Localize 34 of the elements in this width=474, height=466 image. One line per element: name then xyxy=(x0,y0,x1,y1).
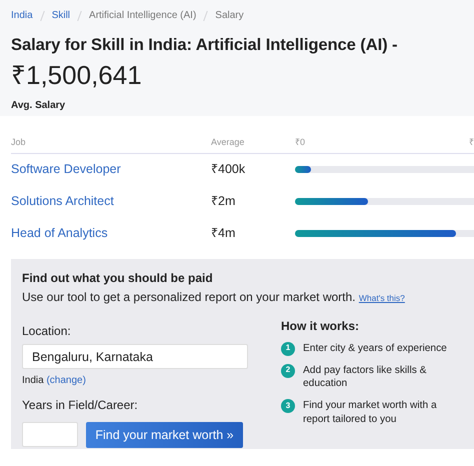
step-number: 3 xyxy=(281,399,295,414)
whats-this-link[interactable]: What's this? xyxy=(358,292,405,303)
tool-description: Use our tool to get a personalized report on your market worth. xyxy=(22,290,356,304)
step-number: 1 xyxy=(281,342,295,356)
column-header: ₹ xyxy=(469,136,474,149)
average-salary-cell-text: ₹400k xyxy=(211,161,246,178)
years-field[interactable] xyxy=(22,422,78,447)
column-header: ₹0 xyxy=(295,136,306,149)
country-text: India xyxy=(22,374,44,386)
average-salary-cell-text: ₹2m xyxy=(211,193,236,210)
years-label: Years in Field/Career: xyxy=(22,396,139,414)
change-link[interactable]: (change) xyxy=(46,374,86,386)
breadcrumb-link[interactable]: Skill xyxy=(52,8,70,23)
how-it-works-heading: How it works: xyxy=(281,318,360,334)
step-text: Enter city & years of experience xyxy=(303,342,447,356)
step-text: Add pay factors like skills & education xyxy=(303,364,428,392)
breadcrumb-item: Salary xyxy=(215,9,244,23)
average-salary: ₹1,500,641 xyxy=(11,60,143,90)
location-label: Location: xyxy=(22,322,72,340)
step-number: 2 xyxy=(281,364,295,378)
job-link[interactable]: Head of Analytics xyxy=(11,224,211,243)
column-header: Job xyxy=(11,136,27,149)
column-header: Average xyxy=(211,136,246,149)
average-salary-label: Avg. Salary xyxy=(11,99,66,114)
location-field[interactable]: Bengaluru, Karnataka xyxy=(22,344,248,369)
job-link[interactable]: Solutions Architect xyxy=(11,192,211,211)
page-title: Salary for Skill in India: Artificial Intelligence (AI) - xyxy=(11,34,398,56)
find-market-worth-button[interactable]: Find your market worth » xyxy=(86,422,243,448)
average-salary-cell-text: ₹4m xyxy=(211,225,236,242)
job-link[interactable]: Software Developer xyxy=(11,160,211,179)
step-text: Find your market worth with a report tailored to you xyxy=(303,399,438,427)
tool-heading: Find out what you should be paid xyxy=(22,270,214,285)
breadcrumb-item: Artificial Intelligence (AI) xyxy=(89,9,196,23)
breadcrumb-link[interactable]: India xyxy=(11,8,33,23)
